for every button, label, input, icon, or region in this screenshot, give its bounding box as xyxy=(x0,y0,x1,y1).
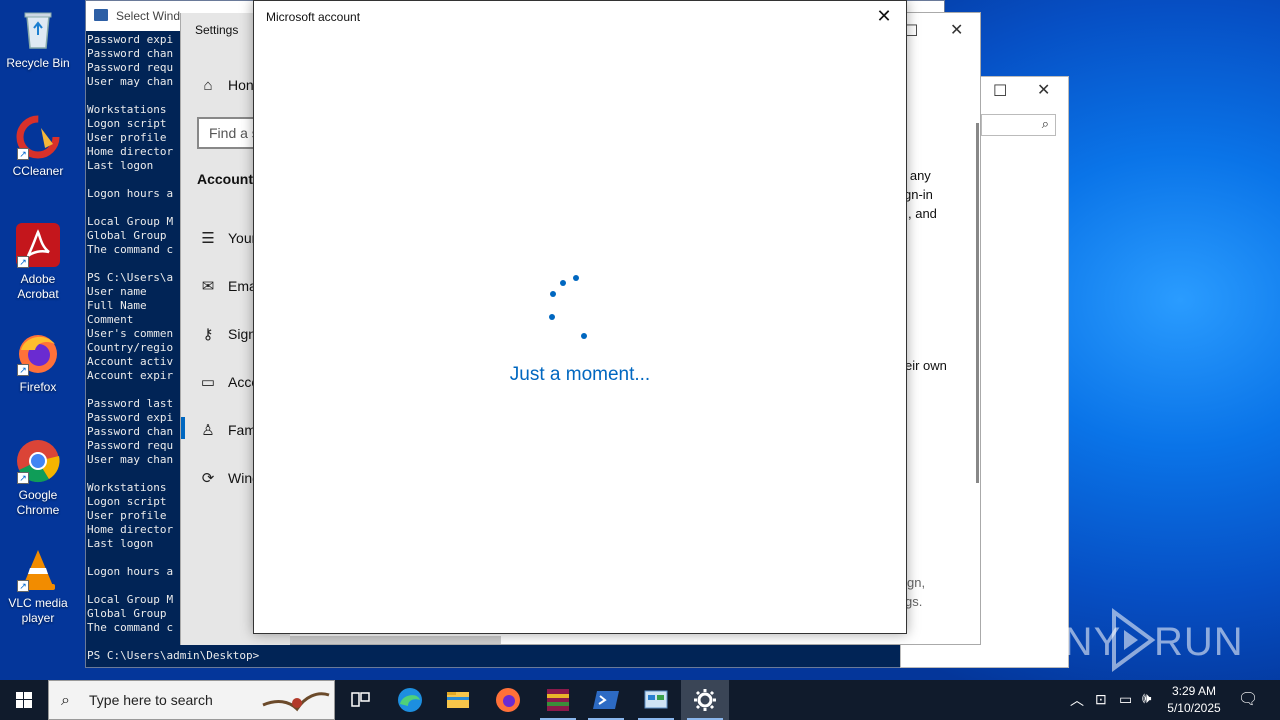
key-icon: ⚷ xyxy=(202,326,214,343)
desktop-icon-label: VLC media player xyxy=(8,596,68,625)
vlc-icon: ↗ xyxy=(15,546,61,592)
adobe-acrobat-icon: ↗ xyxy=(15,222,61,268)
windows-logo-icon xyxy=(16,692,32,708)
recycle-bin-icon xyxy=(15,6,61,52)
desktop-icon-label: Google Chrome xyxy=(16,488,60,517)
taskbar-search-box[interactable]: ⌕ Type here to search xyxy=(48,680,335,720)
family-icon: ♙ xyxy=(201,422,215,439)
sync-icon: ⟳ xyxy=(201,470,215,487)
anyrun-watermark: ANY RUN xyxy=(1036,608,1243,672)
home-icon: ⌂ xyxy=(203,77,213,94)
desktop-icon-label: Recycle Bin xyxy=(6,56,70,70)
user-info-icon: ☰ xyxy=(201,230,215,247)
start-button[interactable] xyxy=(0,680,48,720)
powershell-icon xyxy=(593,691,619,709)
shortcut-arrow-icon: ↗ xyxy=(17,580,29,592)
search-icon: ⌕ xyxy=(1041,117,1049,132)
console-title: Select Wind xyxy=(116,9,181,23)
partial-text: gs. xyxy=(905,594,923,609)
folder-icon xyxy=(447,692,469,708)
settings-section-header: Accounts xyxy=(197,171,261,187)
maximize-icon[interactable]: ☐ xyxy=(993,81,1007,100)
settings-item-sign-in[interactable]: ⚷ Sign xyxy=(197,325,257,349)
clock-time: 3:29 AM xyxy=(1171,684,1217,698)
shortcut-arrow-icon: ↗ xyxy=(17,256,29,268)
desktop-icon-chrome[interactable]: ↗ Google Chrome xyxy=(0,438,76,518)
desktop-icon-recycle-bin[interactable]: Recycle Bin xyxy=(0,6,76,71)
taskbar-winrar[interactable] xyxy=(534,680,582,720)
edge-icon xyxy=(398,688,422,712)
winrar-icon xyxy=(547,689,569,711)
desktop: Recycle Bin ↗ CCleaner ↗ Adobe Acrobat ↗… xyxy=(0,0,1280,680)
notification-icon[interactable]: 🗨 xyxy=(1238,689,1258,720)
search-icon: ⌕ xyxy=(61,690,70,709)
mail-icon: ✉ xyxy=(201,278,215,295)
partial-text: gn, xyxy=(907,575,926,590)
shortcut-arrow-icon: ↗ xyxy=(17,472,29,484)
settings-item-family[interactable]: ♙ Fami xyxy=(197,421,259,445)
clock-date: 5/10/2025 xyxy=(1167,701,1221,715)
taskbar-control-panel[interactable] xyxy=(632,680,680,720)
network-icon[interactable]: ▭ xyxy=(1119,691,1132,720)
settings-home[interactable]: ⌂ Hon xyxy=(197,77,253,101)
close-icon[interactable]: ✕ xyxy=(1037,80,1050,99)
search-highlight-image xyxy=(262,692,330,712)
gear-icon xyxy=(694,689,716,711)
volume-icon[interactable]: 🕪 xyxy=(1142,690,1151,720)
settings-item-sync[interactable]: ⟳ Wind xyxy=(197,469,260,493)
settings-title: Settings xyxy=(195,23,239,37)
taskbar-file-explorer[interactable] xyxy=(434,680,482,720)
play-logo-icon xyxy=(1112,608,1156,672)
close-icon[interactable]: ✕ xyxy=(950,20,963,39)
settings-item-email[interactable]: ✉ Ema xyxy=(197,277,257,301)
meet-now-icon[interactable]: ⊡ xyxy=(1095,691,1107,720)
taskbar-edge[interactable] xyxy=(386,680,434,720)
horizontal-scrollbar[interactable] xyxy=(286,636,501,644)
taskbar-settings[interactable] xyxy=(681,680,729,720)
loading-spinner-icon xyxy=(540,272,600,342)
selection-indicator xyxy=(181,417,185,439)
firefox-icon xyxy=(496,688,520,712)
taskbar-search-placeholder: Type here to search xyxy=(89,692,213,708)
desktop-icon-label: Adobe Acrobat xyxy=(17,272,59,301)
system-clock[interactable]: 3:29 AM 5/10/2025 xyxy=(1158,683,1230,717)
desktop-icon-ccleaner[interactable]: ↗ CCleaner xyxy=(0,114,76,179)
tray-chevron-icon[interactable]: ︿ xyxy=(1070,690,1084,720)
taskbar-task-view[interactable] xyxy=(336,680,384,720)
close-icon[interactable]: ✕ xyxy=(872,5,896,29)
settings-item-your-info[interactable]: ☰ Your xyxy=(197,229,256,253)
taskbar-powershell[interactable] xyxy=(582,680,630,720)
desktop-icon-adobe-acrobat[interactable]: ↗ Adobe Acrobat xyxy=(0,222,76,302)
search-box[interactable]: ⌕ xyxy=(981,114,1056,136)
desktop-icon-vlc[interactable]: ↗ VLC media player xyxy=(0,546,76,626)
desktop-icon-label: CCleaner xyxy=(12,164,64,178)
scrollbar[interactable] xyxy=(976,123,979,483)
powershell-icon xyxy=(94,9,108,21)
dialog-title: Microsoft account xyxy=(266,10,361,24)
taskbar: ⌕ Type here to search ︿ ⊡ ▭ 🕪 3:29 AM 5/… xyxy=(0,680,1280,720)
chrome-icon: ↗ xyxy=(15,438,61,484)
loading-text: Just a moment... xyxy=(509,364,651,385)
task-view-icon xyxy=(351,692,370,707)
control-panel-icon xyxy=(644,690,668,709)
shortcut-arrow-icon: ↗ xyxy=(17,148,29,160)
partial-text: gn-in xyxy=(904,187,933,202)
taskbar-firefox[interactable] xyxy=(484,680,532,720)
partial-text: , and xyxy=(908,206,937,221)
ccleaner-icon: ↗ xyxy=(15,114,61,160)
